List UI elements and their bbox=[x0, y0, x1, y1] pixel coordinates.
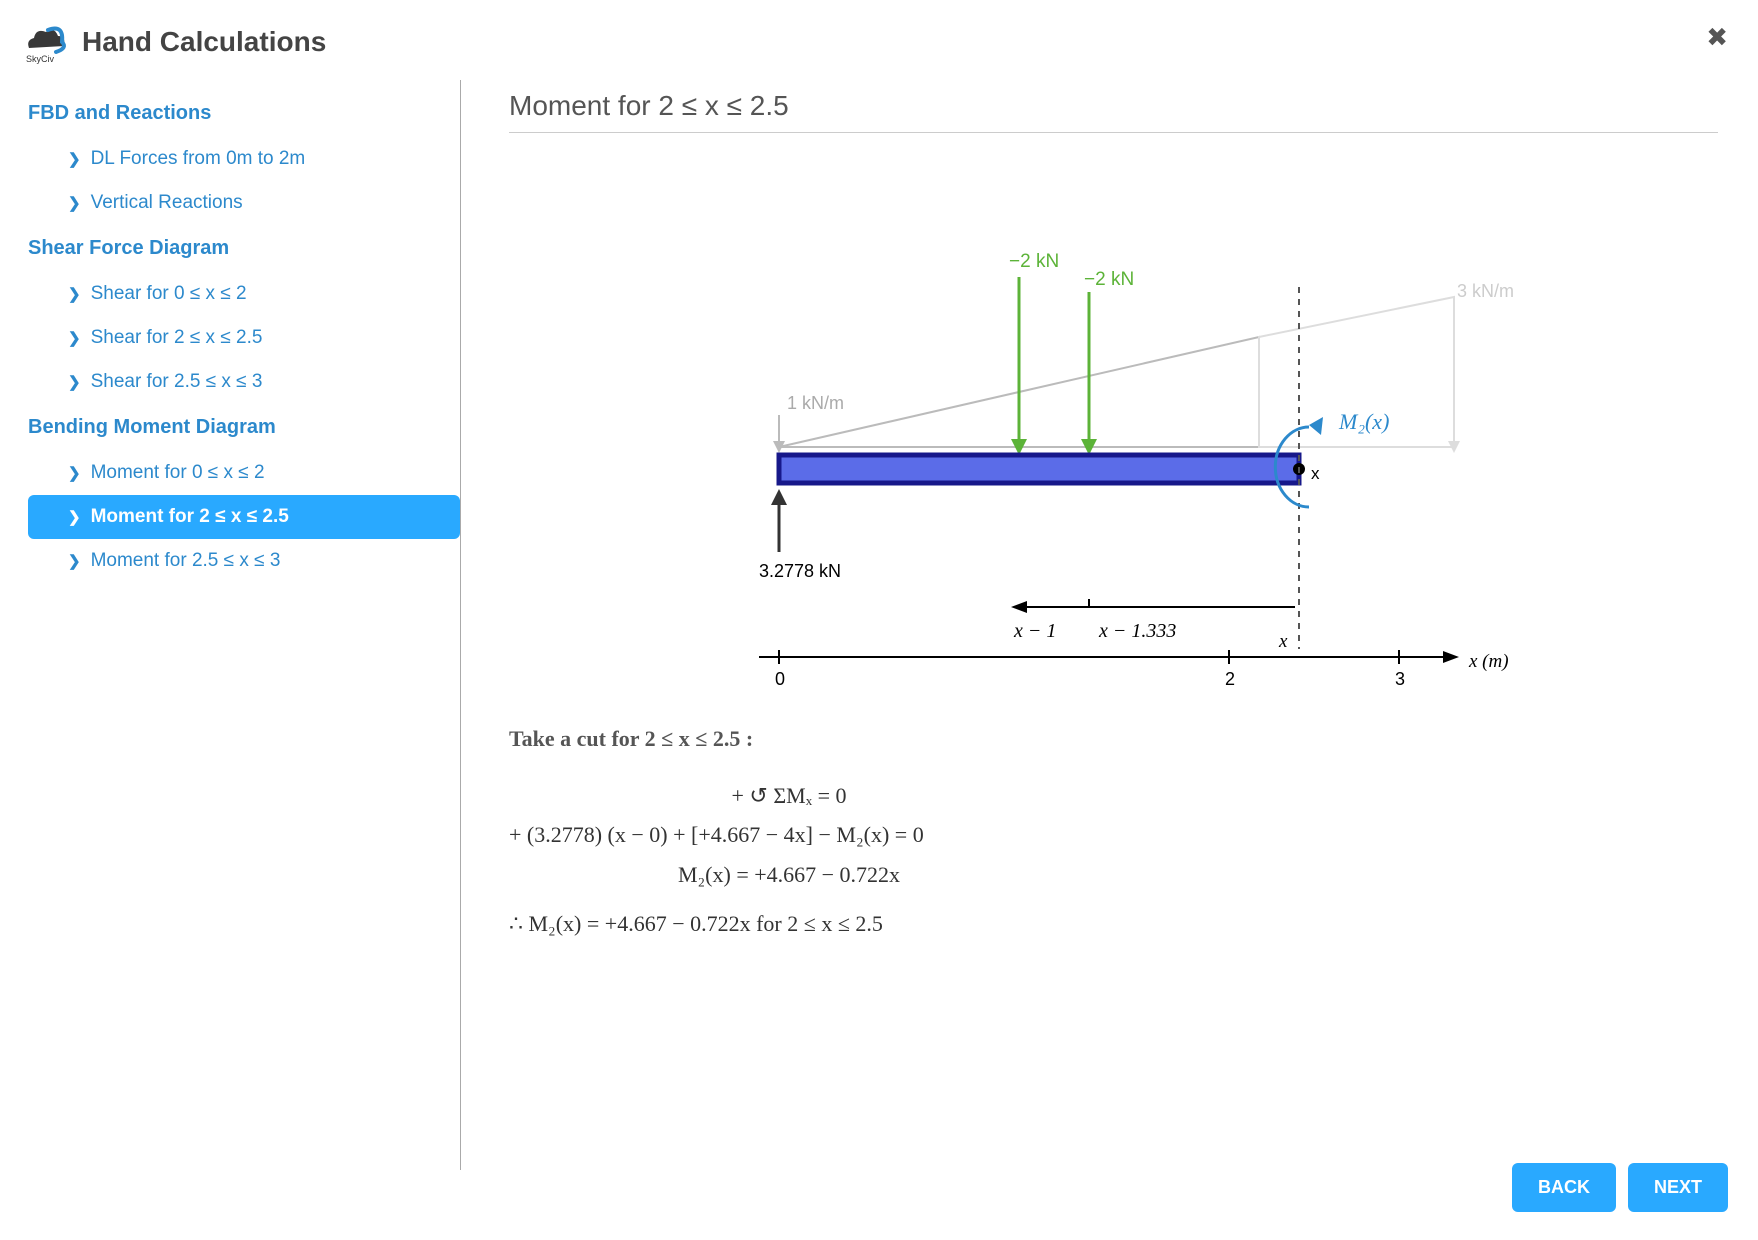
point-load-2-label: −2 kN bbox=[1084, 269, 1134, 290]
sidebar: FBD and Reactions ❯ DL Forces from 0m to … bbox=[0, 80, 460, 1170]
nav-dl-forces[interactable]: ❯ DL Forces from 0m to 2m bbox=[28, 137, 460, 181]
cut-x-label: x bbox=[1311, 464, 1320, 483]
calc-eq1: + ↺ ΣMₓ = 0 bbox=[509, 778, 1069, 813]
next-button[interactable]: NEXT bbox=[1628, 1163, 1728, 1212]
page-title: Moment for 2 ≤ x ≤ 2.5 bbox=[509, 90, 1718, 133]
header-title: Hand Calculations bbox=[82, 26, 326, 58]
section-moment[interactable]: Bending Moment Diagram bbox=[28, 404, 460, 451]
tick-0: 0 bbox=[775, 669, 785, 689]
chevron-right-icon: ❯ bbox=[68, 373, 81, 391]
calc-result: ∴ M₂(x) = +4.667 − 0.722x for 2 ≤ x ≤ 2.… bbox=[509, 906, 1718, 941]
main-content: Moment for 2 ≤ x ≤ 2.5 1 kN/m 3 kN/m −2 … bbox=[469, 80, 1758, 1170]
section-shear[interactable]: Shear Force Diagram bbox=[28, 225, 460, 272]
nav-label: Moment for 0 ≤ x ≤ 2 bbox=[91, 462, 265, 484]
tick-2: 2 bbox=[1225, 669, 1235, 689]
nav-label: Shear for 2.5 ≤ x ≤ 3 bbox=[91, 371, 263, 393]
close-icon[interactable]: ✖ bbox=[1706, 22, 1728, 53]
point-load-1-label: −2 kN bbox=[1009, 251, 1059, 272]
nav-shear-25-3[interactable]: ❯ Shear for 2.5 ≤ x ≤ 3 bbox=[28, 360, 460, 404]
chevron-right-icon: ❯ bbox=[68, 194, 81, 212]
nav-label: Moment for 2.5 ≤ x ≤ 3 bbox=[91, 550, 281, 572]
chevron-right-icon: ❯ bbox=[68, 150, 81, 168]
tick-3: 3 bbox=[1395, 669, 1405, 689]
nav-label: Moment for 2 ≤ x ≤ 2.5 bbox=[91, 506, 289, 528]
chevron-right-icon: ❯ bbox=[68, 508, 81, 526]
nav-label: Shear for 2 ≤ x ≤ 2.5 bbox=[91, 327, 263, 349]
axis-label: x (m) bbox=[1468, 651, 1509, 672]
svg-text:SkyCiv: SkyCiv bbox=[26, 54, 55, 64]
nav-vertical-reactions[interactable]: ❯ Vertical Reactions bbox=[28, 181, 460, 225]
calc-eq3: M₂(x) = +4.667 − 0.722x bbox=[509, 857, 1069, 892]
nav-moment-25-3[interactable]: ❯ Moment for 2.5 ≤ x ≤ 3 bbox=[28, 539, 460, 583]
nav-label: Shear for 0 ≤ x ≤ 2 bbox=[91, 283, 247, 305]
dim2-label: x − 1.333 bbox=[1098, 620, 1176, 642]
calc-intro: Take a cut for 2 ≤ x ≤ 2.5 : bbox=[509, 721, 1718, 756]
chevron-right-icon: ❯ bbox=[68, 285, 81, 303]
moment-label: M₂(x) bbox=[1338, 409, 1389, 434]
nav-label: Vertical Reactions bbox=[91, 192, 243, 214]
chevron-right-icon: ❯ bbox=[68, 329, 81, 347]
dim1-label: x − 1 bbox=[1013, 620, 1056, 642]
nav-moment-2-25[interactable]: ❯ Moment for 2 ≤ x ≤ 2.5 bbox=[28, 495, 460, 539]
back-button[interactable]: BACK bbox=[1512, 1163, 1616, 1212]
chevron-right-icon: ❯ bbox=[68, 464, 81, 482]
nav-label: DL Forces from 0m to 2m bbox=[91, 148, 306, 170]
vertical-divider bbox=[460, 80, 461, 1170]
axis-x-symbol: x bbox=[1278, 631, 1288, 652]
footer-buttons: BACK NEXT bbox=[1512, 1163, 1728, 1212]
nav-shear-0-2[interactable]: ❯ Shear for 0 ≤ x ≤ 2 bbox=[28, 272, 460, 316]
dist-left-label: 1 kN/m bbox=[787, 393, 844, 413]
dist-right-label: 3 kN/m bbox=[1457, 281, 1514, 301]
calc-eq2: + (3.2778) (x − 0) + [+4.667 − 4x] − M₂(… bbox=[509, 817, 1718, 852]
section-fbd[interactable]: FBD and Reactions bbox=[28, 90, 460, 137]
beam-diagram: 1 kN/m 3 kN/m −2 kN −2 kN x bbox=[509, 157, 1718, 717]
reaction-label: 3.2778 kN bbox=[759, 561, 841, 581]
calculation-block: Take a cut for 2 ≤ x ≤ 2.5 : + ↺ ΣMₓ = 0… bbox=[509, 721, 1718, 941]
chevron-right-icon: ❯ bbox=[68, 552, 81, 570]
header-bar: SkyCiv Hand Calculations ✖ bbox=[0, 0, 1758, 80]
nav-shear-2-25[interactable]: ❯ Shear for 2 ≤ x ≤ 2.5 bbox=[28, 316, 460, 360]
skyciv-logo: SkyCiv bbox=[24, 20, 68, 64]
nav-moment-0-2[interactable]: ❯ Moment for 0 ≤ x ≤ 2 bbox=[28, 451, 460, 495]
